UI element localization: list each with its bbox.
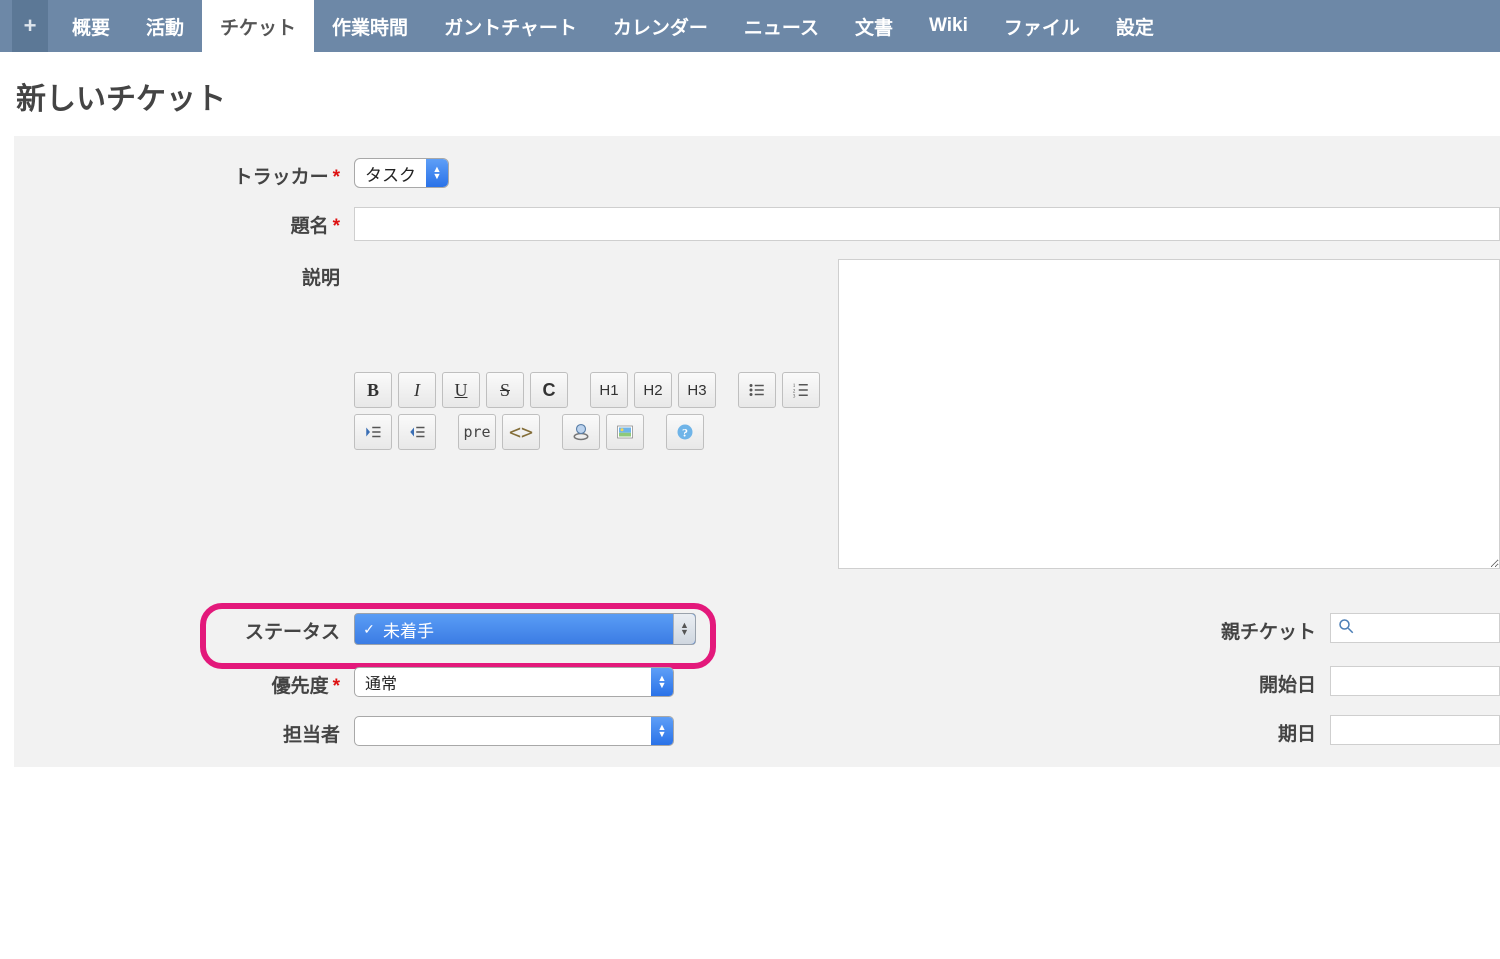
chevron-updown-icon: ▲▼ bbox=[651, 668, 673, 696]
tab-activity[interactable]: 活動 bbox=[128, 0, 202, 52]
check-icon: ✓ bbox=[355, 621, 383, 638]
tab-wiki[interactable]: Wiki bbox=[911, 0, 986, 52]
indent-left-icon bbox=[408, 423, 426, 441]
editor-toolbar: B I U S C H1 H2 H3 123 bbox=[354, 372, 838, 450]
status-select[interactable]: ✓ 未着手 ▲▼ bbox=[354, 613, 696, 645]
main-tabs: + 概要 活動 チケット 作業時間 ガントチャート カレンダー ニュース 文書 … bbox=[0, 0, 1500, 52]
description-label: 説明 bbox=[14, 259, 354, 290]
tracker-label: トラッカー* bbox=[14, 158, 354, 189]
chevron-updown-icon: ▲▼ bbox=[426, 159, 448, 187]
parent-input[interactable] bbox=[1330, 613, 1500, 643]
help-button[interactable]: ? bbox=[666, 414, 704, 450]
tab-calendar[interactable]: カレンダー bbox=[595, 0, 726, 52]
page-title: 新しいチケット bbox=[0, 52, 1500, 136]
priority-label: 優先度* bbox=[14, 667, 354, 698]
tab-overview[interactable]: 概要 bbox=[54, 0, 128, 52]
tab-plus-button[interactable]: + bbox=[12, 0, 48, 52]
tracker-select[interactable]: タスク ▲▼ bbox=[354, 158, 449, 188]
h2-button[interactable]: H2 bbox=[634, 372, 672, 408]
ul-button[interactable] bbox=[738, 372, 776, 408]
link-icon bbox=[572, 423, 590, 441]
parent-label: 親チケット bbox=[714, 613, 1330, 644]
indent-left-button[interactable] bbox=[398, 414, 436, 450]
search-icon bbox=[1337, 617, 1355, 639]
tab-news[interactable]: ニュース bbox=[726, 0, 837, 52]
subject-label: 題名* bbox=[14, 207, 354, 238]
list-ol-icon: 123 bbox=[792, 381, 810, 399]
image-button[interactable] bbox=[606, 414, 644, 450]
status-label: ステータス bbox=[14, 613, 354, 644]
tab-issues[interactable]: チケット bbox=[202, 0, 314, 52]
code-button[interactable]: <> bbox=[502, 414, 540, 450]
chevron-updown-icon: ▲▼ bbox=[673, 614, 695, 644]
svg-text:3: 3 bbox=[793, 394, 796, 400]
chevron-updown-icon: ▲▼ bbox=[651, 717, 673, 745]
tab-settings[interactable]: 設定 bbox=[1098, 0, 1172, 52]
inline-code-button[interactable]: C bbox=[530, 372, 568, 408]
due-date-label: 期日 bbox=[714, 715, 1330, 746]
start-date-label: 開始日 bbox=[714, 666, 1330, 697]
tab-documents[interactable]: 文書 bbox=[837, 0, 911, 52]
list-ul-icon bbox=[748, 381, 766, 399]
link-button[interactable] bbox=[562, 414, 600, 450]
italic-button[interactable]: I bbox=[398, 372, 436, 408]
svg-text:?: ? bbox=[682, 426, 688, 440]
ol-button[interactable]: 123 bbox=[782, 372, 820, 408]
indent-right-button[interactable] bbox=[354, 414, 392, 450]
help-icon: ? bbox=[676, 423, 694, 441]
indent-right-icon bbox=[364, 423, 382, 441]
tab-gantt[interactable]: ガントチャート bbox=[426, 0, 595, 52]
assignee-select[interactable]: ▲▼ bbox=[354, 716, 674, 746]
subject-input[interactable] bbox=[354, 207, 1500, 241]
issue-form: トラッカー* タスク ▲▼ 題名* 説明 B I U S C bbox=[14, 136, 1500, 767]
strike-button[interactable]: S bbox=[486, 372, 524, 408]
image-icon bbox=[616, 423, 634, 441]
h1-button[interactable]: H1 bbox=[590, 372, 628, 408]
start-date-input[interactable] bbox=[1330, 666, 1500, 696]
priority-select[interactable]: 通常 ▲▼ bbox=[354, 667, 674, 697]
tab-time[interactable]: 作業時間 bbox=[314, 0, 426, 52]
due-date-input[interactable] bbox=[1330, 715, 1500, 745]
bold-button[interactable]: B bbox=[354, 372, 392, 408]
tab-files[interactable]: ファイル bbox=[986, 0, 1098, 52]
assignee-label: 担当者 bbox=[14, 716, 354, 747]
pre-button[interactable]: pre bbox=[458, 414, 496, 450]
underline-button[interactable]: U bbox=[442, 372, 480, 408]
h3-button[interactable]: H3 bbox=[678, 372, 716, 408]
description-textarea[interactable] bbox=[838, 259, 1500, 569]
